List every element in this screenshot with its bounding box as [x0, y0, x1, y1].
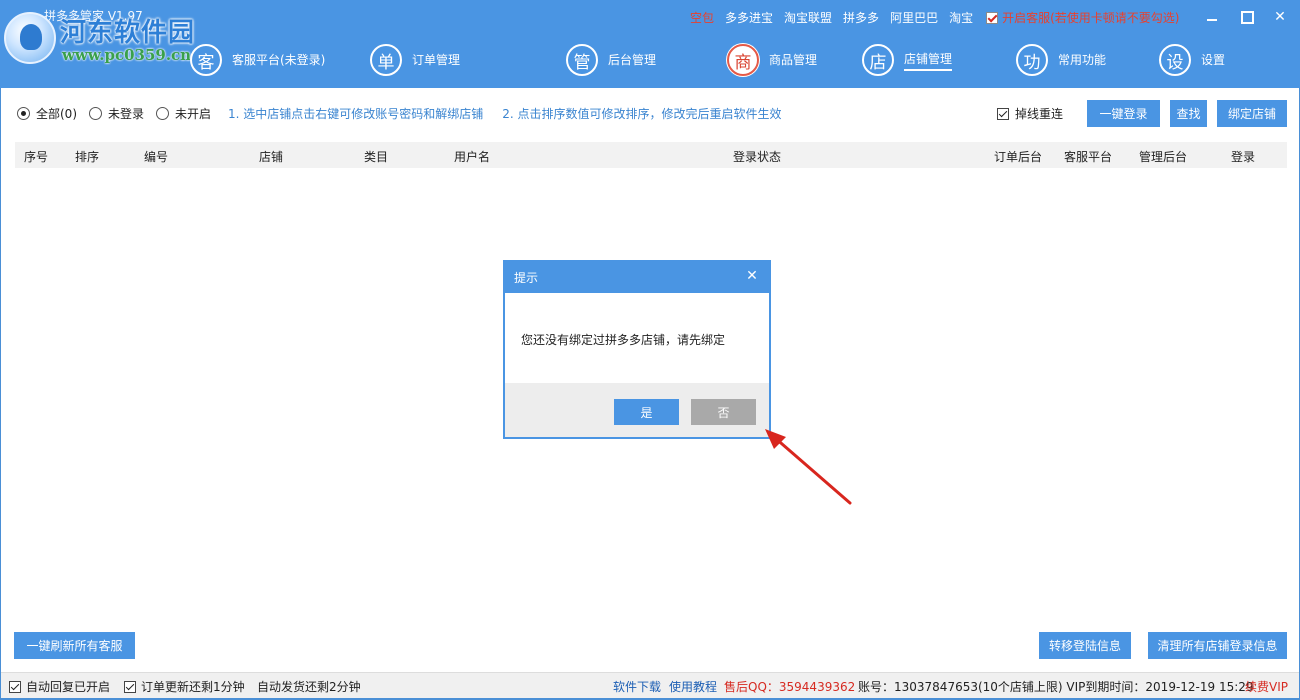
col-sort[interactable]: 排序: [75, 148, 99, 165]
link-pinduoduo[interactable]: 拼多多: [843, 9, 879, 26]
radio-not-enabled-dot[interactable]: [156, 107, 170, 120]
tutorial-link[interactable]: 使用教程: [669, 678, 717, 695]
radio-not-logged-in[interactable]: 未登录: [89, 105, 144, 122]
auto-ship-status: 自动发货还剩2分钟: [257, 680, 361, 694]
bind-store-button[interactable]: 绑定店铺: [1217, 100, 1287, 127]
link-kongbao[interactable]: 空包: [690, 9, 714, 26]
nav-stores-label: 店铺管理: [904, 50, 953, 71]
nav-orders[interactable]: 单 订单管理: [370, 42, 460, 78]
order-update-checkbox[interactable]: [124, 680, 136, 693]
order-update-toggle[interactable]: 订单更新还剩1分钟: [124, 678, 245, 695]
radio-not-enabled-label: 未开启: [175, 107, 212, 121]
link-alibaba[interactable]: 阿里巴巴: [890, 9, 938, 26]
nav-settings-label: 设置: [1201, 52, 1226, 67]
nav-orders-label: 订单管理: [412, 52, 461, 67]
reconnect-checkbox[interactable]: [996, 107, 1009, 120]
hint-right-click: 1. 选中店铺点击右键可修改账号密码和解绑店铺: [228, 107, 484, 121]
after-sales-qq: 售后QQ：3594439362: [724, 680, 856, 694]
close-button[interactable]: [1268, 6, 1292, 28]
col-category[interactable]: 类目: [364, 148, 388, 165]
minimize-button[interactable]: [1200, 6, 1224, 28]
nav-backend[interactable]: 管 后台管理: [566, 42, 656, 78]
kefu-toggle-label: 开启客服(若使用卡顿请不要勾选): [1002, 11, 1180, 25]
table-header: 序号 排序 编号 店铺 类目 用户名 登录状态 订单后台 客服平台 管理后台 登…: [15, 142, 1287, 168]
kefu-icon: 客: [190, 44, 222, 76]
nav-common[interactable]: 功 常用功能: [1016, 42, 1106, 78]
transfer-login-button[interactable]: 转移登陆信息: [1039, 632, 1131, 659]
dialog-no-button[interactable]: 否: [691, 399, 756, 425]
radio-not-logged-in-label: 未登录: [108, 107, 145, 121]
col-store[interactable]: 店铺: [259, 148, 283, 165]
nav-kefu[interactable]: 客 客服平台(未登录): [190, 42, 325, 78]
radio-all-dot[interactable]: [17, 107, 30, 120]
account-info: 账号：13037847653(10个店铺上限) VIP到期时间：2019-12-…: [858, 680, 1254, 694]
radio-not-enabled[interactable]: 未开启: [156, 105, 211, 122]
settings-icon: 设: [1159, 44, 1191, 76]
store-icon: 店: [862, 44, 894, 76]
dialog-close-icon[interactable]: ✕: [745, 269, 759, 283]
kefu-toggle[interactable]: 开启客服(若使用卡顿请不要勾选): [986, 9, 1179, 26]
col-login[interactable]: 登录: [1231, 148, 1255, 165]
auto-reply-checkbox[interactable]: [9, 680, 21, 693]
hint-sort: 2. 点击排序数值可修改排序，修改完后重启软件生效: [502, 107, 782, 121]
nav-products-label: 商品管理: [769, 52, 818, 67]
status-bar: 自动回复已开启 订单更新还剩1分钟 自动发货还剩2分钟 软件下载 使用教程 售后…: [1, 672, 1299, 698]
reconnect-toggle[interactable]: 掉线重连: [996, 105, 1063, 122]
nav-products[interactable]: 商 商品管理: [727, 42, 817, 78]
link-taobao-union[interactable]: 淘宝联盟: [784, 9, 832, 26]
maximize-button[interactable]: [1235, 6, 1259, 28]
renew-vip-link[interactable]: 续费VIP: [1245, 678, 1288, 695]
find-button[interactable]: 查找: [1170, 100, 1207, 127]
link-taobao[interactable]: 淘宝: [949, 9, 973, 26]
main-nav: 客 客服平台(未登录) 单 订单管理 管 后台管理 商 商品管理 店 店铺管理 …: [0, 42, 1300, 78]
col-username[interactable]: 用户名: [454, 148, 490, 165]
nav-common-label: 常用功能: [1058, 52, 1107, 67]
filter-row: 全部(0) 未登录 未开启 1. 选中店铺点击右键可修改账号密码和解绑店铺 2.…: [17, 105, 796, 122]
radio-all[interactable]: 全部(0): [17, 105, 77, 122]
product-icon: 商: [727, 44, 759, 76]
login-all-button[interactable]: 一键登录: [1087, 100, 1160, 127]
auto-reply-label: 自动回复已开启: [26, 680, 111, 694]
col-kefu-platform[interactable]: 客服平台: [1064, 148, 1112, 165]
col-admin-backend[interactable]: 管理后台: [1139, 148, 1187, 165]
clear-all-login-button[interactable]: 清理所有店铺登录信息: [1148, 632, 1287, 659]
dialog-footer: 是 否: [505, 383, 769, 437]
col-order-backend[interactable]: 订单后台: [994, 148, 1042, 165]
dialog-message: 您还没有绑定过拼多多店铺，请先绑定: [521, 333, 726, 347]
function-icon: 功: [1016, 44, 1048, 76]
kefu-checkbox[interactable]: [986, 11, 999, 24]
nav-settings[interactable]: 设 设置: [1159, 42, 1225, 78]
dialog-title: 提示: [514, 271, 539, 285]
radio-not-logged-in-dot[interactable]: [89, 107, 102, 120]
auto-reply-toggle[interactable]: 自动回复已开启: [9, 678, 110, 695]
refresh-all-kefu-button[interactable]: 一键刷新所有客服: [14, 632, 135, 659]
nav-kefu-label: 客服平台(未登录): [232, 52, 326, 67]
col-code[interactable]: 编号: [144, 148, 168, 165]
download-link[interactable]: 软件下载: [613, 678, 661, 695]
order-icon: 单: [370, 44, 402, 76]
reconnect-label: 掉线重连: [1014, 107, 1063, 121]
col-index[interactable]: 序号: [24, 148, 48, 165]
dialog-title-bar: 提示 ✕: [505, 262, 769, 293]
nav-stores[interactable]: 店 店铺管理: [862, 42, 953, 78]
col-login-status[interactable]: 登录状态: [733, 148, 781, 165]
order-update-label: 订单更新还剩1分钟: [141, 680, 245, 694]
title-bar: 拼多多管家 V1.97 河东软件园 www.pc0359.cn 空包 多多进宝 …: [0, 0, 1300, 88]
nav-backend-label: 后台管理: [608, 52, 657, 67]
link-duoduojinbao[interactable]: 多多进宝: [725, 9, 773, 26]
store-actions: 掉线重连 一键登录 查找 绑定店铺: [996, 100, 1287, 127]
prompt-dialog: 提示 ✕ 您还没有绑定过拼多多店铺，请先绑定 是 否: [503, 260, 771, 439]
dialog-yes-button[interactable]: 是: [614, 399, 679, 425]
top-links: 空包 多多进宝 淘宝联盟 拼多多 阿里巴巴 淘宝 开启客服(若使用卡顿请不要勾选…: [690, 9, 1179, 26]
backend-icon: 管: [566, 44, 598, 76]
radio-all-label: 全部(0): [36, 107, 77, 121]
